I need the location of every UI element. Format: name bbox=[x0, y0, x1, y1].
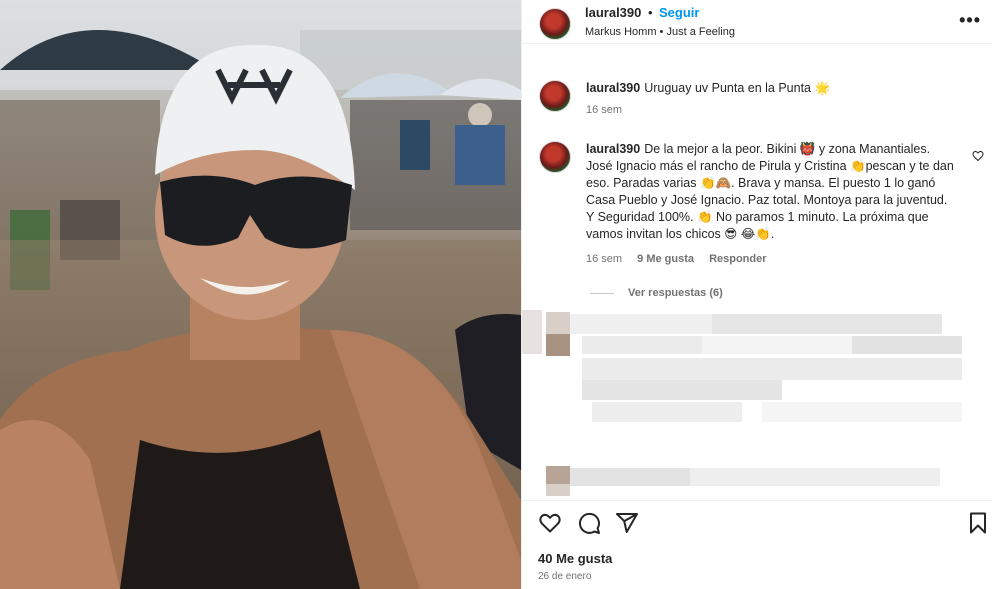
avatar[interactable] bbox=[539, 141, 571, 173]
divider-line bbox=[590, 292, 614, 294]
heart-small-icon[interactable] bbox=[972, 150, 984, 165]
bookmark-icon[interactable] bbox=[966, 511, 990, 535]
comment-meta: 16 sem 9 Me gusta Responder bbox=[586, 253, 779, 265]
comment-icon[interactable] bbox=[577, 511, 601, 535]
pixelated-comment-2 bbox=[522, 464, 992, 496]
caption-text: laural390 Uruguay uv Punta en la Punta 🌟 bbox=[586, 80, 966, 97]
comment-username[interactable]: laural390 bbox=[586, 142, 640, 156]
like-count[interactable]: 40 Me gusta bbox=[538, 551, 612, 566]
avatar[interactable] bbox=[539, 80, 571, 112]
caption-username[interactable]: laural390 bbox=[586, 81, 640, 95]
post-header: laural390 • Seguir Markus Homm • Just a … bbox=[522, 0, 992, 44]
heart-icon[interactable] bbox=[538, 511, 562, 535]
header-username[interactable]: laural390 bbox=[585, 5, 641, 20]
post-photo bbox=[0, 0, 521, 589]
view-replies[interactable]: Ver respuestas (6) bbox=[590, 287, 723, 299]
separator-dot: • bbox=[648, 5, 653, 20]
post-date[interactable]: 26 de enero bbox=[538, 571, 591, 582]
pixelated-comments bbox=[522, 310, 992, 460]
view-replies-label: Ver respuestas (6) bbox=[628, 287, 723, 299]
caption-body: Uruguay uv Punta en la Punta 🌟 bbox=[644, 81, 831, 95]
photo-illustration bbox=[0, 0, 521, 589]
more-options-icon[interactable]: ••• bbox=[959, 10, 981, 31]
reply-button[interactable]: Responder bbox=[709, 253, 766, 265]
follow-button[interactable]: Seguir bbox=[659, 5, 699, 20]
share-icon[interactable] bbox=[615, 511, 639, 535]
caption-time: 16 sem bbox=[586, 104, 623, 116]
comment-body: De la mejor a la peor. Bikini 👹 y zona M… bbox=[586, 142, 954, 241]
caption-meta: 16 sem bbox=[586, 104, 634, 116]
comment-likes[interactable]: 9 Me gusta bbox=[637, 253, 694, 265]
comment-time: 16 sem bbox=[586, 253, 623, 265]
comment-text: laural390 De la mejor a la peor. Bikini 👹… bbox=[586, 141, 954, 243]
action-bar bbox=[522, 500, 992, 544]
post-panel: laural390 • Seguir Markus Homm • Just a … bbox=[521, 0, 992, 589]
avatar[interactable] bbox=[539, 8, 571, 40]
audio-label[interactable]: Markus Homm • Just a Feeling bbox=[585, 26, 735, 38]
